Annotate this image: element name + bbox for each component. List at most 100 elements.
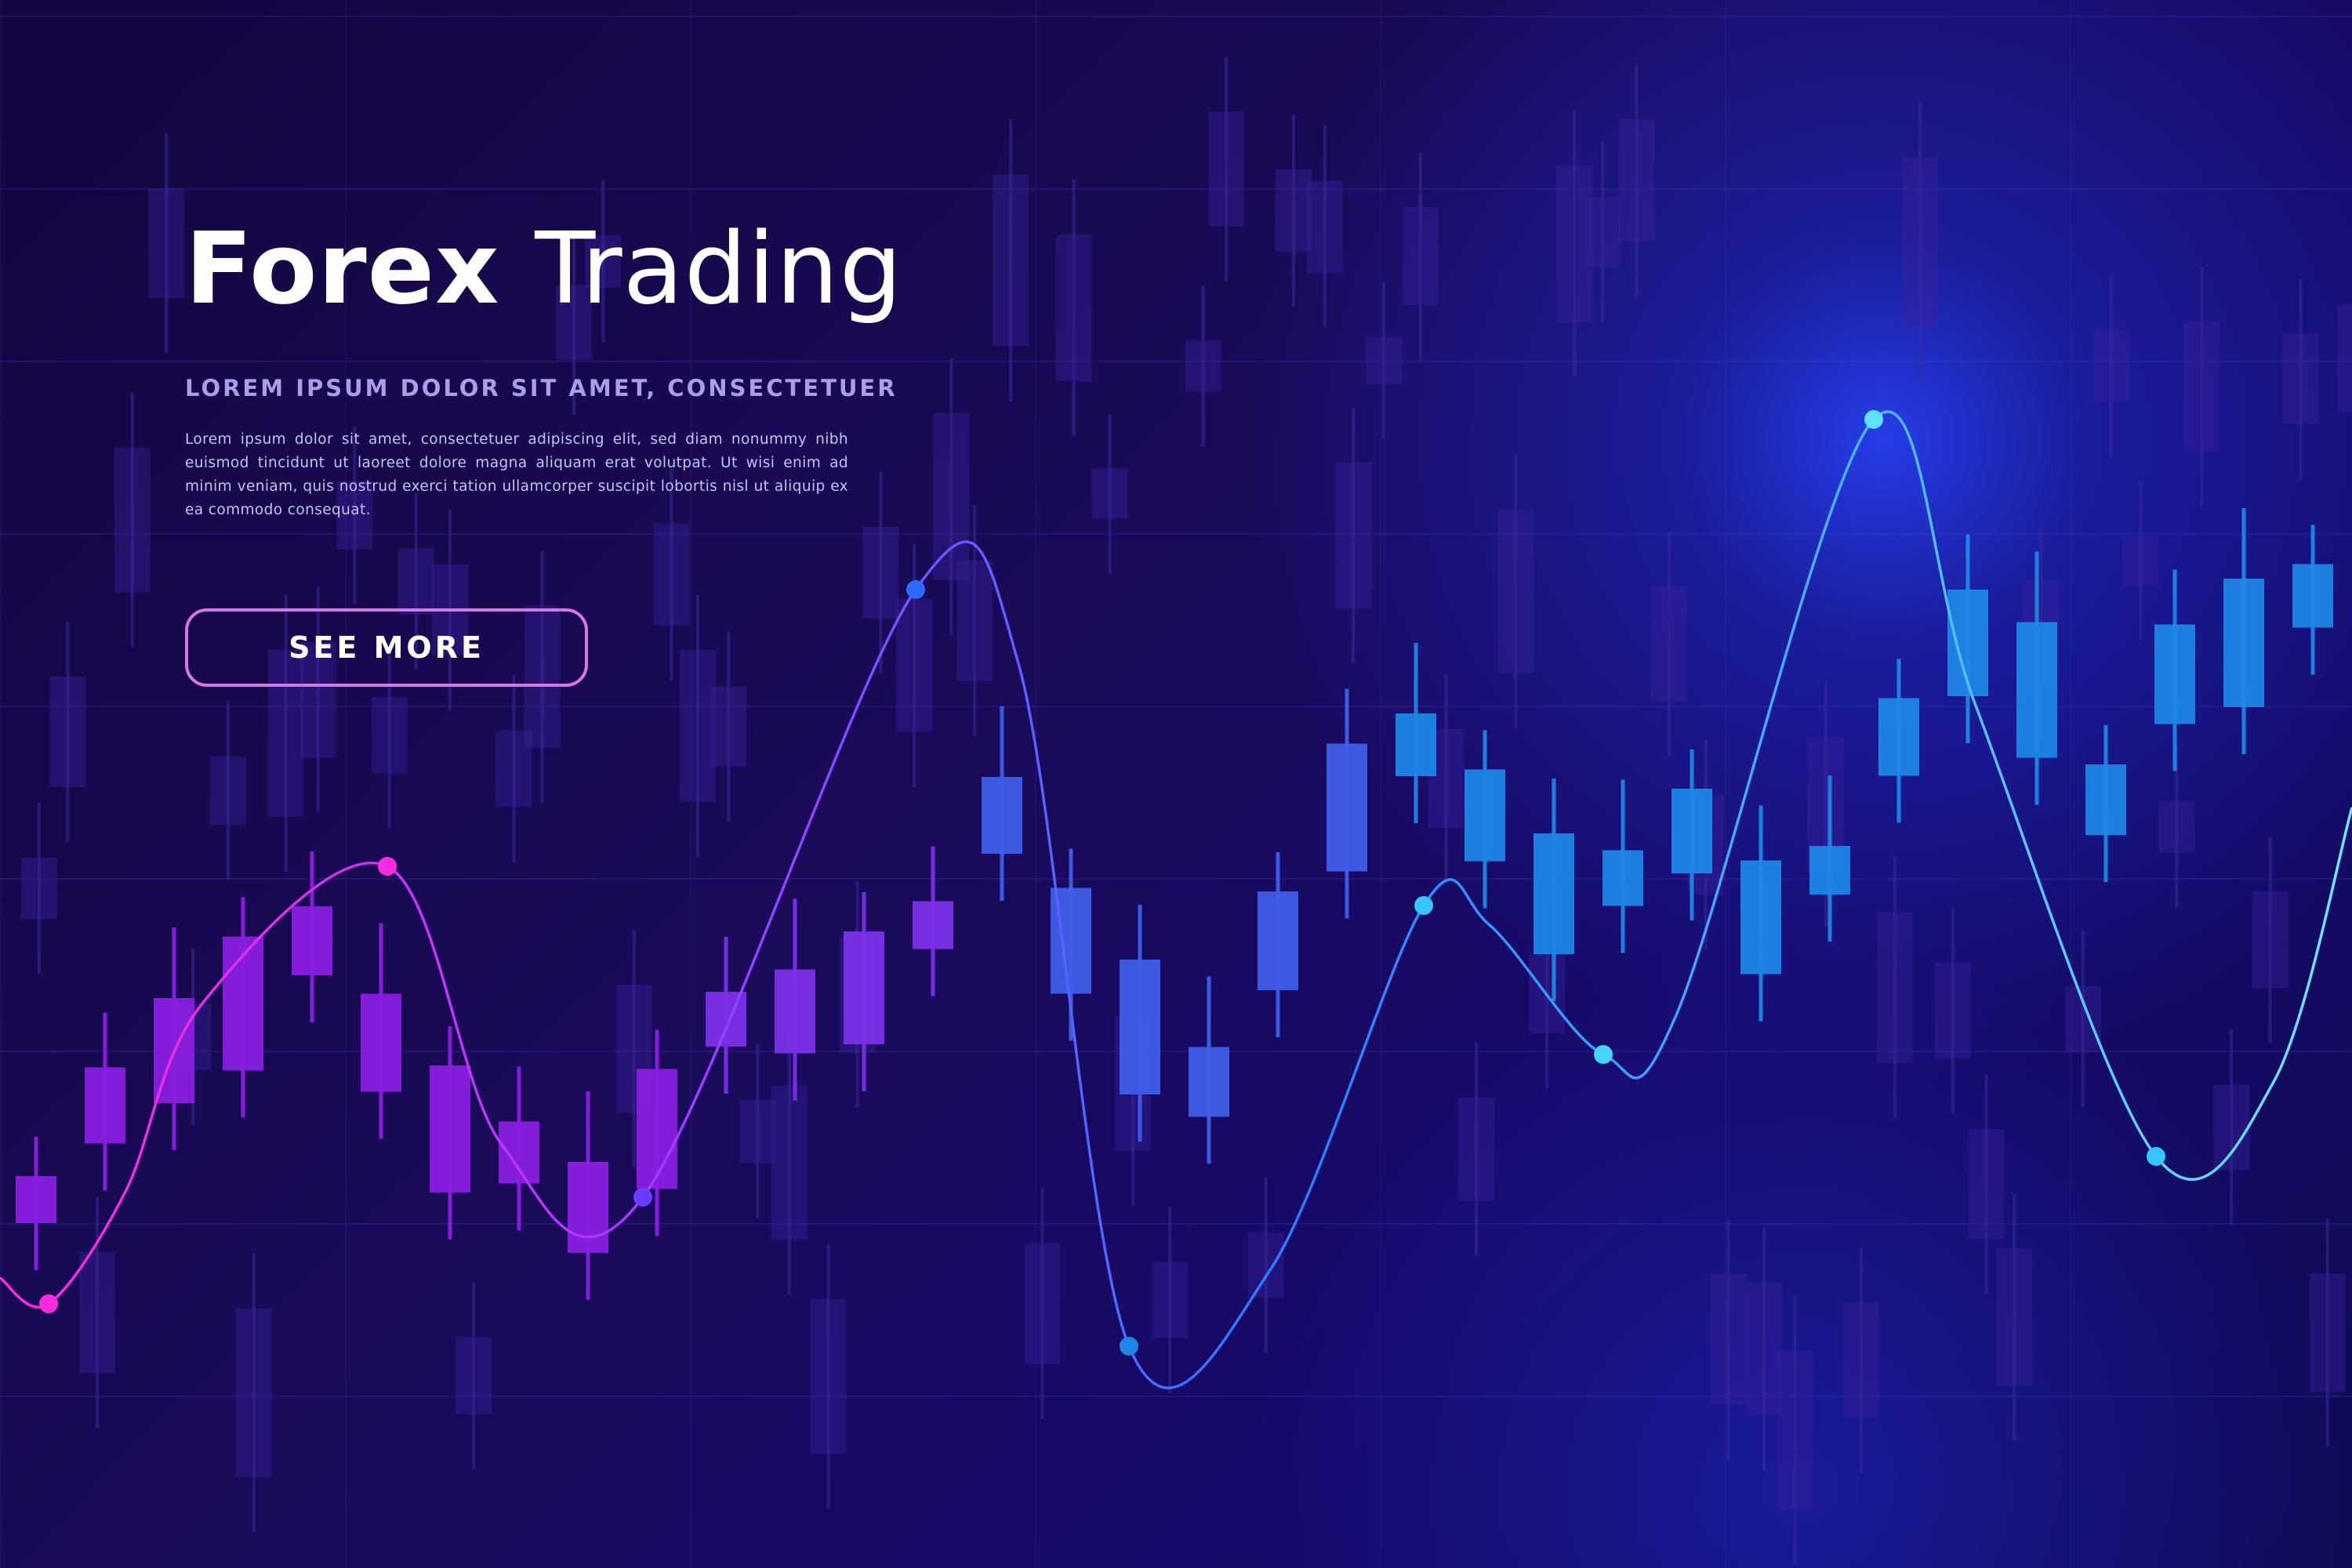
wave-dot (1120, 1337, 1138, 1356)
candle-body-bg (49, 676, 86, 787)
candle-body (637, 1069, 677, 1189)
page-title: Forex Trading (185, 210, 902, 328)
candle-body-bg (1055, 234, 1092, 382)
candle-body-bg (2252, 891, 2288, 989)
candle-body-bg (1777, 1351, 1813, 1509)
wave-dot (906, 580, 925, 599)
hero-section: Forex Trading LOREM IPSUM DOLOR SIT AMET… (185, 210, 902, 522)
candle-body-bg (1843, 1302, 1880, 1418)
candle-body (1258, 891, 1298, 990)
candle-body-bg (896, 599, 933, 732)
candle-body-bg (993, 174, 1029, 347)
candle-body (361, 993, 401, 1092)
candle-body-bg (739, 1099, 776, 1163)
candle-body (292, 906, 332, 975)
wave-dot (633, 1188, 652, 1207)
candle-body-bg (1618, 119, 1655, 242)
candle-body (1465, 769, 1505, 862)
candle-body-bg (371, 697, 408, 774)
candle-body (913, 901, 953, 949)
candle-body-bg (1247, 1232, 1284, 1298)
candle-body-bg (235, 1308, 272, 1478)
wave-dot (1864, 410, 1883, 429)
wave-line (0, 410, 2352, 1390)
candle-body (430, 1065, 470, 1192)
candle-body-bg (2213, 1084, 2250, 1171)
candle-body-bg (1275, 169, 1312, 252)
candle-body (499, 1121, 539, 1184)
candle-body-bg (1584, 197, 1621, 268)
candle-body-bg (1745, 1283, 1782, 1416)
candle-body-bg (209, 756, 246, 826)
candle-body (1396, 713, 1436, 776)
candle-body-bg (2158, 800, 2195, 853)
candle-body (1671, 789, 1712, 873)
candle-body (1534, 833, 1574, 954)
candle-body (1327, 743, 1367, 872)
candle-body-bg (1458, 1097, 1495, 1201)
wave-dot (1594, 1045, 1613, 1064)
candle-body-bg (1651, 586, 1688, 702)
title-light: Trading (535, 211, 903, 326)
candle-body-bg (710, 686, 747, 767)
candle-body-bg (933, 412, 970, 580)
candle-body-bg (1934, 962, 1971, 1059)
candle-body-bg (1185, 339, 1221, 392)
candle-body (16, 1176, 56, 1223)
candle-body (2292, 564, 2333, 628)
hero-paragraph: Lorem ipsum dolor sit amet, consectetuer… (185, 431, 848, 518)
candle-body-bg (456, 1337, 492, 1414)
candle-body (1740, 860, 1781, 975)
candle-body-bg (679, 649, 716, 803)
candle-body-bg (1968, 1128, 2005, 1240)
candle-body (568, 1162, 608, 1253)
candle-body-bg (1152, 1261, 1189, 1338)
candle-body (1120, 960, 1160, 1094)
candle-body-bg (1365, 336, 1402, 384)
candle-body-bg (1902, 157, 1939, 327)
candle-body-bg (2092, 329, 2129, 402)
candle-body (1189, 1047, 1229, 1117)
candle-body (844, 931, 884, 1044)
candle-body-bg (956, 560, 993, 681)
candle-body (85, 1067, 125, 1144)
wave-dot (39, 1294, 58, 1313)
candle-body-bg (2064, 985, 2101, 1053)
candle-body-bg (20, 858, 57, 920)
wave-dot (378, 857, 397, 876)
candle-body (1602, 850, 1643, 906)
see-more-button[interactable]: SEE MORE (185, 608, 588, 687)
candle-body-bg (862, 526, 899, 619)
candle-body-bg (148, 188, 185, 299)
candle-body-bg (2337, 304, 2352, 413)
candle-body-bg (810, 1298, 847, 1454)
candle-body-bg (1710, 1274, 1747, 1405)
wave-dot (1414, 896, 1433, 915)
candle-body-bg (2282, 333, 2319, 424)
candle-body (706, 992, 746, 1047)
candle-body-bg (1306, 180, 1343, 273)
hero-subtitle: LOREM IPSUM DOLOR SIT AMET, CONSECTETUER (185, 375, 898, 401)
candle-body-bg (114, 448, 151, 593)
candle-body-bg (1497, 509, 1534, 673)
candle-body (2223, 579, 2264, 707)
wave-dot (2147, 1147, 2165, 1166)
candle-body-bg (771, 1085, 808, 1240)
candle-body (2154, 624, 2195, 724)
candle-body-bg (1876, 912, 1913, 1064)
candle-body (775, 969, 815, 1054)
candle-body (982, 777, 1022, 854)
candle-body-bg (1208, 111, 1245, 227)
candle-body-bg (1024, 1243, 1061, 1364)
candle-body-bg (1996, 1248, 2033, 1386)
candle-body-bg (79, 1251, 116, 1374)
candle-body (2085, 764, 2126, 835)
candle-body (2016, 622, 2057, 758)
candle-body-bg (2122, 535, 2159, 586)
candle-body-bg (397, 548, 434, 615)
candle-body-bg (2309, 1273, 2346, 1392)
candle-body-bg (653, 523, 690, 626)
candle-body (1878, 698, 1919, 776)
candle-body-bg (1091, 468, 1128, 519)
candle-body-bg (1335, 463, 1372, 609)
